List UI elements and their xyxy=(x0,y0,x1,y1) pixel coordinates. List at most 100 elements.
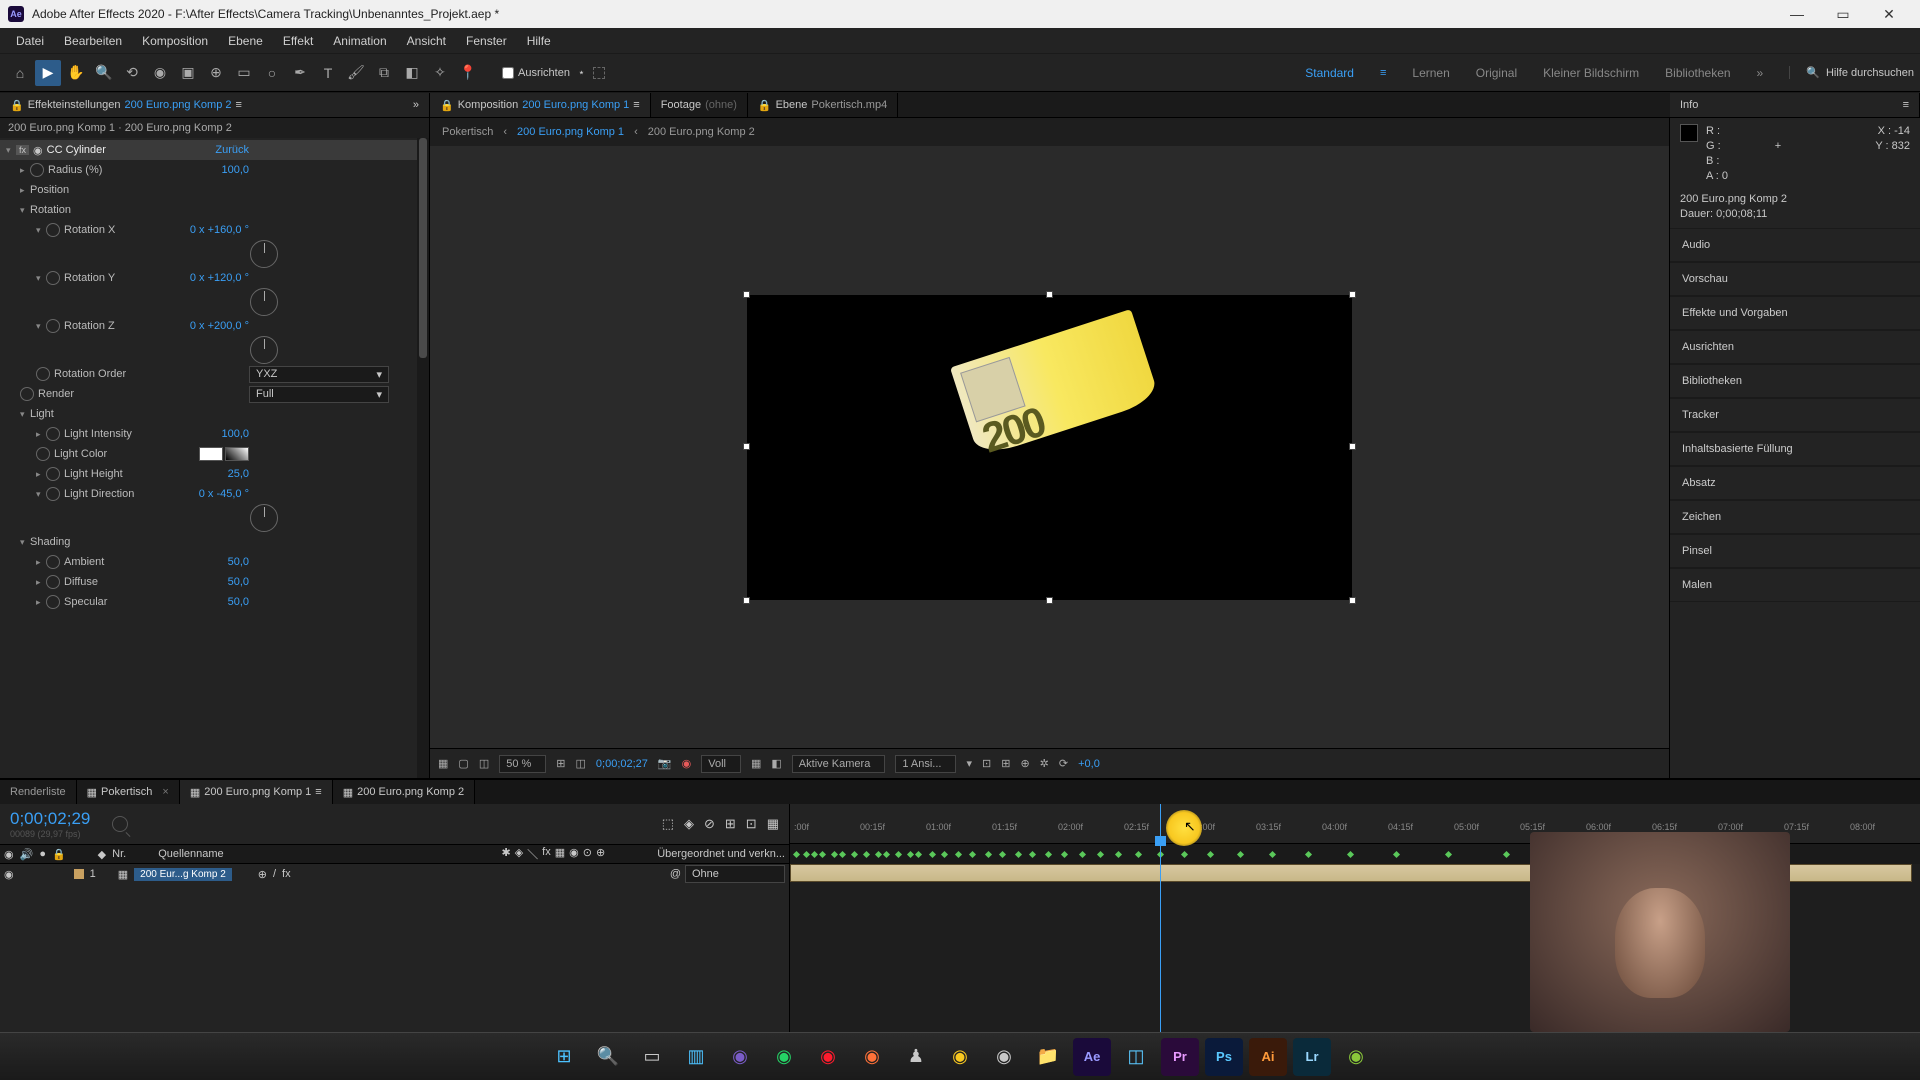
breadcrumb-level2[interactable]: 200 Euro.png Komp 2 xyxy=(648,126,755,138)
explorer-icon[interactable]: 📁 xyxy=(1029,1038,1067,1076)
flowchart-icon[interactable]: ⊕ xyxy=(1020,757,1029,770)
pixel-icon[interactable]: ▾ xyxy=(966,757,972,770)
tab-menu-icon[interactable]: ≡ xyxy=(315,786,321,798)
close-button[interactable]: ✕ xyxy=(1866,0,1912,28)
keyframe[interactable] xyxy=(1393,851,1400,858)
switches-icon[interactable]: ▦ xyxy=(767,816,779,832)
transparency-icon[interactable]: ▦ xyxy=(751,757,761,770)
accordion-effekte[interactable]: Effekte und Vorgaben xyxy=(1670,296,1920,330)
workspace-standard[interactable]: Standard xyxy=(1305,66,1354,80)
pickwhip-icon[interactable]: @ xyxy=(670,868,681,880)
reset-link[interactable]: Zurück xyxy=(215,144,249,156)
tab-footage[interactable]: Footage (ohne) xyxy=(651,93,748,117)
viewer-timecode[interactable]: 0;00;02;27 xyxy=(596,758,648,770)
layer-row[interactable]: ◉ 1 ▦ 200 Eur...g Komp 2 ⊕/fx @ Ohne xyxy=(0,864,789,884)
rotation-z-dial[interactable] xyxy=(250,336,278,364)
menu-datei[interactable]: Datei xyxy=(6,30,54,52)
keyframe[interactable] xyxy=(1115,851,1122,858)
keyframe[interactable] xyxy=(1061,851,1068,858)
tab-info[interactable]: Info ≡ xyxy=(1670,93,1920,117)
rotation-y-dial[interactable] xyxy=(250,288,278,316)
tl-tab-pokertisch[interactable]: ▦Pokertisch× xyxy=(77,780,180,804)
resolution-select[interactable]: Voll xyxy=(701,755,741,773)
keyframe[interactable] xyxy=(793,851,800,858)
prop-light-color[interactable]: Light Color xyxy=(0,444,429,464)
render-select[interactable]: Full▾ xyxy=(249,386,389,403)
transform-handle[interactable] xyxy=(743,291,750,298)
accordion-audio[interactable]: Audio xyxy=(1670,228,1920,262)
keyframe[interactable] xyxy=(1237,851,1244,858)
stopwatch-icon[interactable] xyxy=(46,575,60,589)
keyframe[interactable] xyxy=(1207,851,1214,858)
workspace-original[interactable]: Original xyxy=(1476,66,1517,80)
keyframe[interactable] xyxy=(907,851,914,858)
tab-ebene[interactable]: 🔒 Ebene Pokertisch.mp4 xyxy=(748,93,898,117)
zoom-select[interactable]: 50 % xyxy=(499,755,546,773)
workspace-overflow-icon[interactable]: » xyxy=(1757,66,1764,80)
chevron-left-icon[interactable]: ‹ xyxy=(634,126,638,138)
premiere-icon[interactable]: Pr xyxy=(1161,1038,1199,1076)
label-swatch[interactable] xyxy=(74,869,84,879)
breadcrumb-root[interactable]: Pokertisch xyxy=(442,126,493,138)
prop-light-intensity[interactable]: ▸Light Intensity100,0 xyxy=(0,424,429,444)
transform-handle[interactable] xyxy=(1349,291,1356,298)
keyframe[interactable] xyxy=(1503,851,1510,858)
puppet-tool-icon[interactable]: 📍 xyxy=(455,60,481,86)
shy-icon[interactable]: ⬚ xyxy=(662,816,674,832)
accordion-absatz[interactable]: Absatz xyxy=(1670,466,1920,500)
accordion-inhaltsbasierte[interactable]: Inhaltsbasierte Füllung xyxy=(1670,432,1920,466)
app-icon[interactable]: ◉ xyxy=(1337,1038,1375,1076)
timeline-search-icon[interactable] xyxy=(112,816,128,832)
refresh-icon[interactable]: ⟳ xyxy=(1059,757,1068,770)
firefox-icon[interactable]: ◉ xyxy=(853,1038,891,1076)
stopwatch-icon[interactable] xyxy=(36,367,50,381)
snap-options-icon[interactable]: ⋆ xyxy=(578,66,585,79)
motion-blur-icon[interactable]: ⊘ xyxy=(704,816,715,832)
keyframe[interactable] xyxy=(819,851,826,858)
keyframe[interactable] xyxy=(1445,851,1452,858)
switch-col-icon[interactable]: ✱ xyxy=(501,846,510,862)
search-icon[interactable]: 🔍 xyxy=(589,1038,627,1076)
prop-rotation-x[interactable]: ▾Rotation X0 x +160,0 ° xyxy=(0,220,429,240)
app-icon[interactable]: ◫ xyxy=(1117,1038,1155,1076)
widgets-icon[interactable]: ▥ xyxy=(677,1038,715,1076)
keyframe[interactable] xyxy=(999,851,1006,858)
keyframe[interactable] xyxy=(1135,851,1142,858)
keyframe[interactable] xyxy=(1045,851,1052,858)
keyframe[interactable] xyxy=(1347,851,1354,858)
tl-tab-komp2[interactable]: ▦200 Euro.png Komp 2 xyxy=(333,780,475,804)
eye-icon[interactable]: ◉ xyxy=(33,144,43,157)
breadcrumb-level1[interactable]: 200 Euro.png Komp 1 xyxy=(517,126,624,138)
guides-icon[interactable]: ◫ xyxy=(479,757,489,770)
prop-light[interactable]: ▾Light xyxy=(0,404,429,424)
keyframe[interactable] xyxy=(969,851,976,858)
switch-col-icon[interactable]: ⊕ xyxy=(596,846,605,862)
workspace-menu-icon[interactable]: ≡ xyxy=(1380,67,1386,79)
switch-col-icon[interactable]: fx xyxy=(542,846,551,862)
camera-tool-icon[interactable]: ▣ xyxy=(175,60,201,86)
prop-rotation-order[interactable]: Rotation OrderYXZ▾ xyxy=(0,364,429,384)
alpha-icon[interactable]: ▦ xyxy=(438,757,448,770)
stopwatch-icon[interactable] xyxy=(46,319,60,333)
keyframe[interactable] xyxy=(1097,851,1104,858)
effect-header[interactable]: ▾ fx ◉ CC Cylinder Zurück xyxy=(0,140,429,160)
prop-rotation-z[interactable]: ▾Rotation Z0 x +200,0 ° xyxy=(0,316,429,336)
tab-effekteinstellungen[interactable]: 🔒 Effekteinstellungen 200 Euro.png Komp … xyxy=(0,93,430,117)
transform-handle[interactable] xyxy=(1349,597,1356,604)
color-swatch[interactable] xyxy=(199,447,223,461)
keyframe[interactable] xyxy=(875,851,882,858)
brain-icon[interactable]: ⊡ xyxy=(746,816,757,832)
rotation-order-select[interactable]: YXZ▾ xyxy=(249,366,389,383)
chevron-left-icon[interactable]: ‹ xyxy=(503,126,507,138)
accordion-bibliotheken[interactable]: Bibliotheken xyxy=(1670,364,1920,398)
keyframe[interactable] xyxy=(839,851,846,858)
always-preview-icon[interactable]: ✲ xyxy=(1040,757,1049,770)
ellipse-tool-icon[interactable]: ○ xyxy=(259,60,285,86)
workspace-lernen[interactable]: Lernen xyxy=(1412,66,1449,80)
keyframe[interactable] xyxy=(1305,851,1312,858)
prop-rotation-y[interactable]: ▾Rotation Y0 x +120,0 ° xyxy=(0,268,429,288)
roi-icon[interactable]: ◫ xyxy=(576,757,586,770)
eye-col-icon[interactable]: ◉ xyxy=(4,848,14,861)
keyframe[interactable] xyxy=(883,851,890,858)
fast-icon[interactable]: ⊡ xyxy=(982,757,991,770)
